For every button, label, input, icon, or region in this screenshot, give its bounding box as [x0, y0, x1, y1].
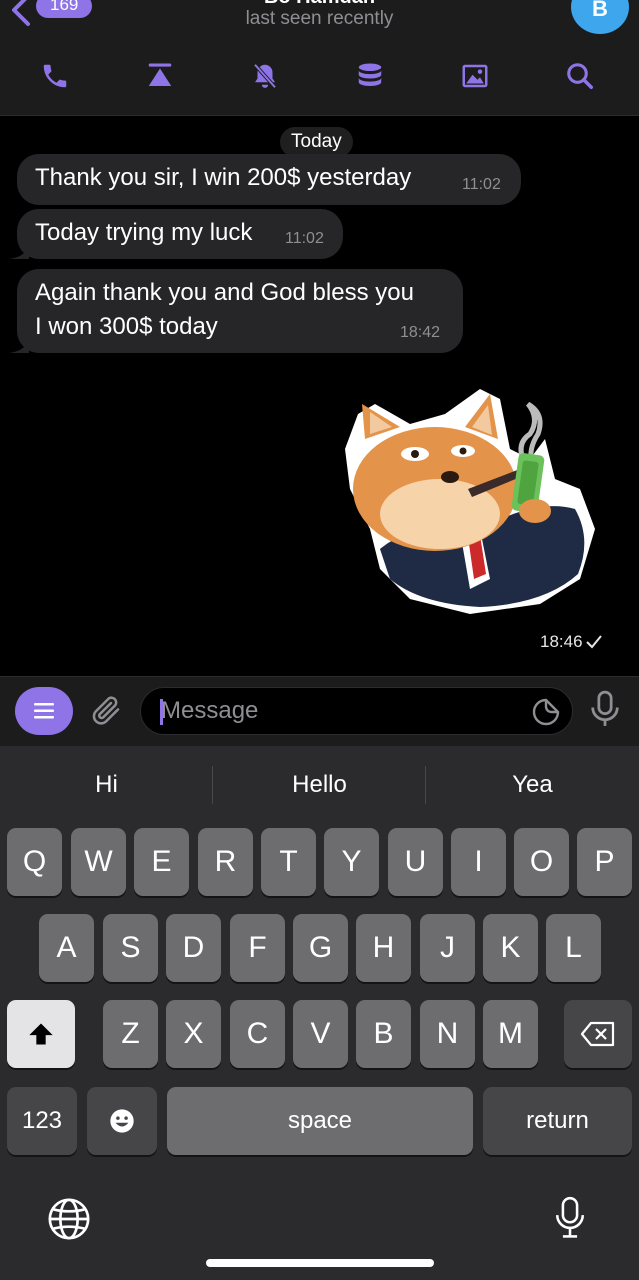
- key-f[interactable]: F: [230, 914, 285, 982]
- message-text-line2: I won 300$ today: [35, 313, 218, 340]
- shift-arrow-icon: [29, 1023, 53, 1045]
- attach-button[interactable]: [88, 691, 126, 736]
- message-input-bar: [0, 676, 639, 746]
- key-s[interactable]: S: [103, 914, 158, 982]
- message-time: 11:02: [462, 176, 501, 193]
- message-input[interactable]: [161, 696, 521, 726]
- bubble-tail: [9, 333, 29, 353]
- key-h[interactable]: H: [356, 914, 411, 982]
- bubble-tail: [9, 239, 29, 259]
- key-o[interactable]: O: [514, 828, 569, 896]
- shiba-businessman-sticker[interactable]: [340, 379, 598, 619]
- emoji-icon: [110, 1109, 134, 1133]
- paperclip-icon: [92, 696, 120, 725]
- message-bubble[interactable]: Again thank you and God bless you I won …: [9, 269, 463, 353]
- key-i[interactable]: I: [451, 828, 506, 896]
- key-u[interactable]: U: [388, 828, 443, 896]
- storage-button[interactable]: [350, 56, 390, 96]
- date-separator: Today: [280, 127, 353, 157]
- sticker-button[interactable]: [530, 696, 562, 733]
- microphone-icon: [555, 1196, 585, 1238]
- delete-key[interactable]: [564, 1000, 632, 1068]
- globe-icon: [48, 1198, 90, 1240]
- chat-toolbar: [0, 56, 639, 100]
- message-list[interactable]: Today Thank you sir, I win 200$ yesterda…: [0, 117, 639, 676]
- key-a[interactable]: A: [39, 914, 94, 982]
- key-c[interactable]: C: [230, 1000, 285, 1068]
- message-text-line1: Again thank you and God bless you: [35, 279, 414, 306]
- checkmark-icon: [585, 635, 602, 649]
- call-button[interactable]: [35, 56, 75, 96]
- key-q[interactable]: Q: [7, 828, 62, 896]
- sticker-icon: [532, 698, 560, 726]
- pinned-top-button[interactable]: [140, 56, 180, 96]
- emoji-key[interactable]: [87, 1087, 157, 1155]
- message-time: 18:42: [400, 324, 441, 341]
- key-x[interactable]: X: [166, 1000, 221, 1068]
- message-time: 11:02: [285, 230, 324, 247]
- backspace-icon: [580, 1021, 615, 1047]
- suggestion[interactable]: Hello: [213, 746, 426, 824]
- shift-key[interactable]: [7, 1000, 75, 1068]
- predictive-bar: Hi Hello Yea: [0, 746, 639, 824]
- chat-header: 169 Bo Hamdan last seen recently B: [0, 0, 639, 116]
- return-key[interactable]: return: [483, 1087, 632, 1155]
- key-v[interactable]: V: [293, 1000, 348, 1068]
- key-e[interactable]: E: [134, 828, 189, 896]
- key-j[interactable]: J: [420, 914, 475, 982]
- key-m[interactable]: M: [483, 1000, 538, 1068]
- key-n[interactable]: N: [420, 1000, 475, 1068]
- pin-top-icon: [148, 63, 172, 86]
- message-text: Today trying my luck: [35, 219, 253, 246]
- key-y[interactable]: Y: [324, 828, 379, 896]
- bot-menu-button[interactable]: [15, 687, 73, 735]
- key-d[interactable]: D: [166, 914, 221, 982]
- key-t[interactable]: T: [261, 828, 316, 896]
- message-field[interactable]: [140, 687, 573, 735]
- message-bubble[interactable]: Today trying my luck 11:02: [9, 209, 343, 259]
- microphone-icon: [591, 690, 619, 726]
- space-key[interactable]: space: [167, 1087, 473, 1155]
- mute-button[interactable]: [245, 56, 285, 96]
- voice-record-button[interactable]: [586, 689, 624, 734]
- media-button[interactable]: [455, 56, 495, 96]
- key-z[interactable]: Z: [103, 1000, 158, 1068]
- mute-bell-icon: [253, 63, 277, 89]
- globe-button[interactable]: [46, 1196, 92, 1247]
- sticker-time: 18:46: [540, 632, 603, 652]
- message-text: Thank you sir, I win 200$ yesterday: [35, 164, 412, 191]
- media-icon: [462, 64, 488, 88]
- menu-icon: [34, 703, 54, 719]
- dictation-button[interactable]: [553, 1194, 587, 1247]
- key-l[interactable]: L: [546, 914, 601, 982]
- key-p[interactable]: P: [577, 828, 632, 896]
- last-seen-status: last seen recently: [245, 8, 394, 29]
- search-button[interactable]: [560, 56, 600, 96]
- home-indicator[interactable]: [206, 1259, 434, 1267]
- key-g[interactable]: G: [293, 914, 348, 982]
- sticker-time-text: 18:46: [540, 632, 583, 651]
- keyboard: Hi Hello Yea Q W E R T Y U I O P A S D F…: [0, 746, 639, 1280]
- key-w[interactable]: W: [71, 828, 126, 896]
- key-k[interactable]: K: [483, 914, 538, 982]
- key-r[interactable]: R: [198, 828, 253, 896]
- message-bubble[interactable]: Thank you sir, I win 200$ yesterday 11:0…: [17, 154, 521, 205]
- suggestion[interactable]: Hi: [0, 746, 213, 824]
- phone-icon: [43, 64, 67, 88]
- search-icon: [567, 63, 593, 89]
- suggestion[interactable]: Yea: [426, 746, 639, 824]
- key-b[interactable]: B: [356, 1000, 411, 1068]
- avatar-letter: B: [592, 0, 608, 21]
- storage-icon: [358, 63, 382, 86]
- numbers-key[interactable]: 123: [7, 1087, 77, 1155]
